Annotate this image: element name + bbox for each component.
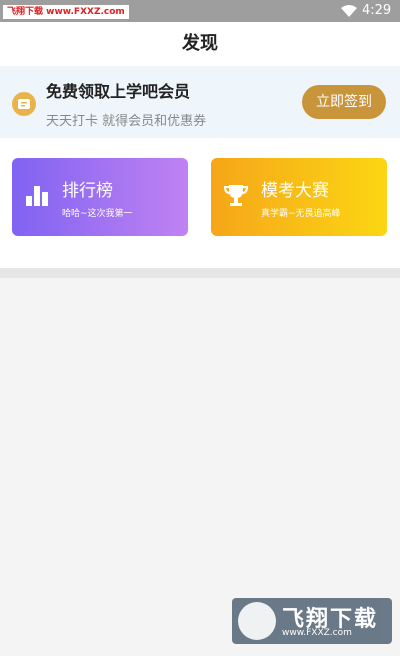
bar-chart-icon — [24, 182, 50, 208]
ranking-title: 排行榜 — [62, 181, 113, 201]
watermark-url: www.FXXZ.com — [282, 628, 352, 638]
page-title: 发现 — [182, 33, 218, 54]
checkin-banner[interactable]: 免费领取上学吧会员 天天打卡 就得会员和优惠券 立即签到 — [0, 66, 400, 138]
mock-exam-title: 模考大赛 — [261, 181, 329, 201]
ranking-card[interactable]: 排行榜 哈哈~这次我第一 — [12, 158, 188, 236]
mock-exam-card[interactable]: 模考大赛 真学霸~无畏追高峰 — [211, 158, 387, 236]
wifi-icon — [340, 3, 358, 17]
mock-exam-subtitle: 真学霸~无畏追高峰 — [261, 209, 341, 219]
checkin-button[interactable]: 立即签到 — [302, 85, 386, 119]
app-header: 发现 — [0, 22, 400, 66]
status-bar: 飞翔下载 www.FXXZ.com 4:29 — [0, 0, 400, 22]
ranking-subtitle: 哈哈~这次我第一 — [62, 209, 133, 219]
trophy-icon — [223, 182, 249, 208]
logo-icon — [238, 602, 276, 640]
coupon-icon — [12, 92, 36, 116]
checkin-title: 免费领取上学吧会员 — [46, 82, 191, 101]
section-divider — [0, 268, 400, 278]
watermark-logo: 飞翔下载 www.FXXZ.com — [232, 598, 392, 644]
discover-content: 免费领取上学吧会员 天天打卡 就得会员和优惠券 立即签到 排行榜 哈哈~这次我第… — [0, 66, 400, 268]
status-time: 4:29 — [362, 3, 392, 18]
watermark-label: 飞翔下载 www.FXXZ.com — [3, 5, 129, 19]
checkin-subtitle: 天天打卡 就得会员和优惠券 — [46, 114, 207, 129]
